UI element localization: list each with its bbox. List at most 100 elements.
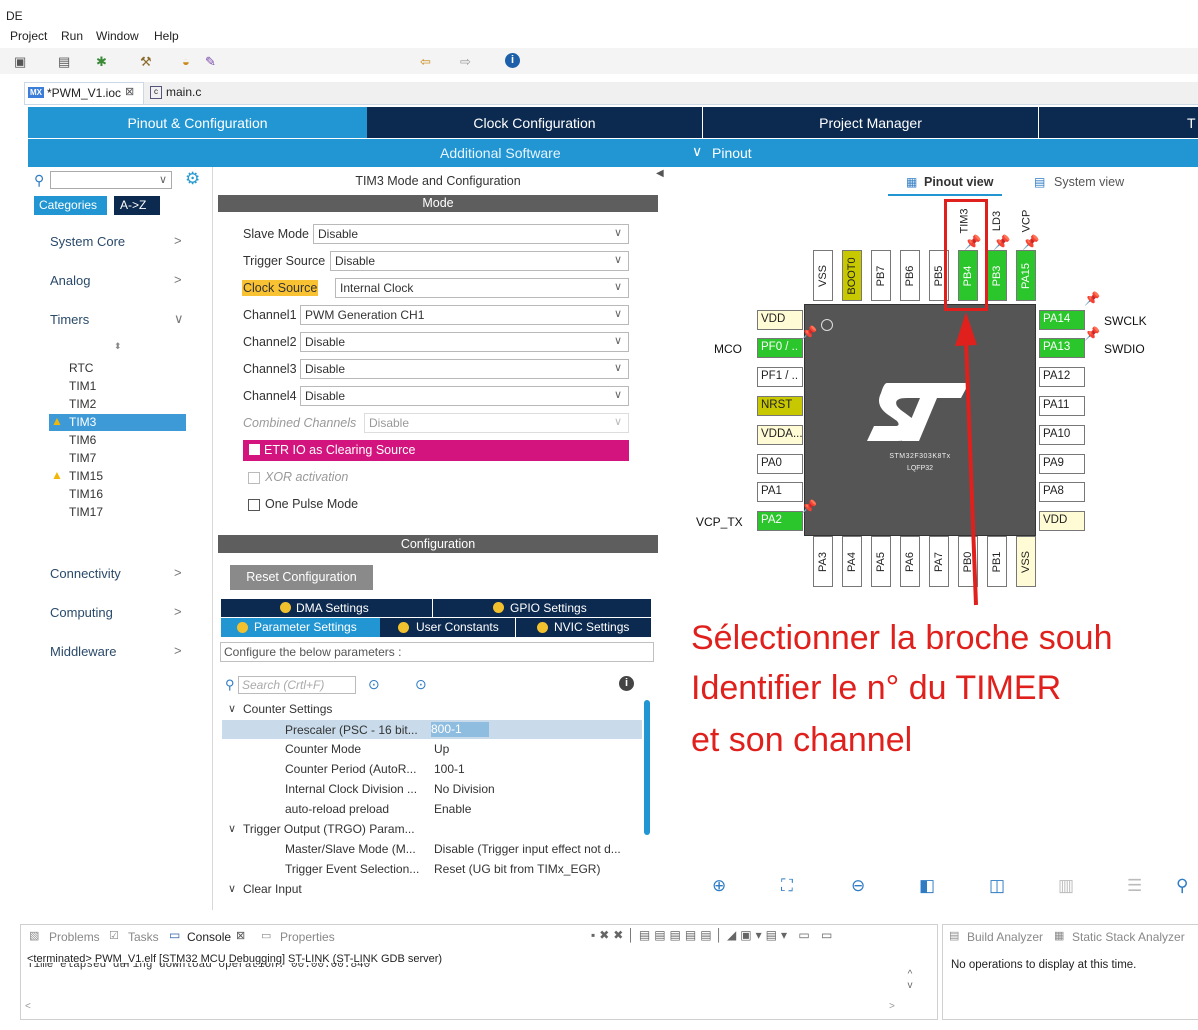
tree-value-counter-mode[interactable]: Up: [434, 742, 449, 756]
menu-help[interactable]: Help: [154, 29, 179, 43]
forward-icon[interactable]: ⇨: [460, 54, 474, 69]
pin-vss-bottom[interactable]: VSS: [1016, 536, 1036, 587]
tab-parameter-settings[interactable]: Parameter Settings: [221, 618, 380, 637]
pin-boot0[interactable]: BOOT0: [842, 250, 862, 301]
tree-row-prescaler[interactable]: Prescaler (PSC - 16 bit... 800-1: [222, 720, 642, 739]
tree-group-trgo[interactable]: Trigger Output (TRGO) Param...: [243, 822, 415, 836]
tree-value-clock-division[interactable]: No Division: [434, 782, 495, 796]
pin-pf0[interactable]: PF0 / ..: [757, 338, 803, 358]
pin-pa9[interactable]: PA9: [1039, 454, 1085, 474]
split-icon[interactable]: ▥: [1058, 876, 1074, 896]
list-icon[interactable]: ☰: [1127, 876, 1142, 896]
channel3-select[interactable]: Disable ∨: [300, 359, 629, 379]
tree-row-auto-reload[interactable]: auto-reload preload: [285, 802, 389, 816]
tab-nvic-settings[interactable]: NVIC Settings: [516, 618, 651, 637]
pin-pa11[interactable]: PA11: [1039, 396, 1085, 416]
channel1-select[interactable]: PWM Generation CH1 ∨: [300, 305, 629, 325]
pin-pb6[interactable]: PB6: [900, 250, 920, 301]
pin-vdda[interactable]: VDDA...: [757, 425, 803, 445]
zoom-out-icon[interactable]: ⊖: [851, 876, 865, 896]
pin-pa3[interactable]: PA3: [813, 536, 833, 587]
pin-vss-top[interactable]: VSS: [813, 250, 833, 301]
tree-row-counter-period[interactable]: Counter Period (AutoR...: [285, 762, 416, 776]
timer-tim3-selected[interactable]: ▲ TIM3: [49, 414, 186, 431]
clock-source-select[interactable]: Internal Clock ∨: [335, 278, 629, 298]
editor-tab-main[interactable]: c main.c: [146, 82, 206, 103]
pin-vdd-right[interactable]: VDD: [1039, 511, 1085, 531]
tab-user-constants[interactable]: User Constants: [381, 618, 516, 637]
info-icon[interactable]: i: [619, 676, 634, 691]
pin-pa14[interactable]: PA14: [1039, 310, 1085, 330]
pin-nrst[interactable]: NRST: [757, 396, 803, 416]
pin-pb3[interactable]: PB3: [987, 250, 1007, 301]
new-icon[interactable]: ▣: [14, 54, 28, 69]
sort-icon[interactable]: ⬍: [114, 341, 122, 352]
new-file-icon[interactable]: ▤: [58, 54, 72, 69]
slave-mode-select[interactable]: Disable ∨: [313, 224, 629, 244]
pin-pa8[interactable]: PA8: [1039, 482, 1085, 502]
tree-row-clock-division[interactable]: Internal Clock Division ...: [285, 782, 417, 796]
category-search-input[interactable]: ∨: [50, 171, 172, 189]
category-timers[interactable]: Timers: [50, 312, 89, 327]
open-icon[interactable]: ◒: [182, 54, 196, 69]
next-match-icon[interactable]: ⊙: [415, 676, 427, 693]
channel4-select[interactable]: Disable ∨: [300, 386, 629, 406]
prev-match-icon[interactable]: ⊙: [368, 676, 380, 693]
pin-pa10[interactable]: PA10: [1039, 425, 1085, 445]
pin-pa15[interactable]: PA15: [1016, 250, 1036, 301]
timer-tim16[interactable]: TIM16: [69, 487, 103, 501]
tree-row-trigger-event[interactable]: Trigger Event Selection...: [285, 862, 419, 876]
etr-clearing-row[interactable]: ETR IO as Clearing Source: [243, 440, 629, 461]
build-icon[interactable]: ⚒: [140, 54, 154, 69]
zoom-in-icon[interactable]: ⊕: [712, 876, 726, 896]
info-icon[interactable]: i: [505, 53, 520, 68]
parameter-search-input[interactable]: Search (Crtl+F): [238, 676, 356, 694]
console-scroll-vertical[interactable]: ^ v: [901, 969, 919, 1001]
tab-console[interactable]: Console: [187, 930, 231, 944]
timer-tim17[interactable]: TIM17: [69, 505, 103, 519]
chevron-down-icon[interactable]: ∨: [228, 822, 236, 835]
category-computing[interactable]: Computing: [50, 605, 113, 620]
etr-checkbox[interactable]: [249, 444, 260, 455]
category-system-core[interactable]: System Core: [50, 234, 125, 249]
tab-tasks[interactable]: Tasks: [128, 930, 159, 944]
menu-project[interactable]: Project: [10, 29, 47, 43]
export-icon[interactable]: ◧: [919, 876, 935, 896]
close-icon[interactable]: ⊠: [125, 85, 134, 98]
timer-tim15[interactable]: TIM15: [69, 469, 103, 483]
tab-a-z[interactable]: A->Z: [114, 196, 160, 215]
tree-value-trigger-event[interactable]: Reset (UG bit from TIMx_EGR): [434, 862, 600, 876]
pin-pf1[interactable]: PF1 / ..: [757, 367, 803, 387]
timer-rtc[interactable]: RTC: [69, 361, 93, 375]
close-icon[interactable]: ⊠: [236, 929, 245, 942]
editor-tab-ioc[interactable]: MX *PWM_V1.ioc ⊠: [24, 82, 144, 104]
tree-scrollbar[interactable]: [644, 700, 650, 835]
trigger-source-select[interactable]: Disable ∨: [330, 251, 629, 271]
tab-categories[interactable]: Categories: [34, 196, 107, 215]
tree-value-auto-reload[interactable]: Enable: [434, 802, 471, 816]
fit-icon[interactable]: ⛶: [781, 876, 793, 896]
pinout-menu[interactable]: Pinout: [712, 145, 752, 161]
pin-pb7[interactable]: PB7: [871, 250, 891, 301]
system-view-tab[interactable]: ▤ System view: [1034, 172, 1144, 194]
pin-pa1[interactable]: PA1: [757, 482, 803, 502]
collapse-arrow-icon[interactable]: ◀: [656, 168, 664, 179]
tree-group-clear-input[interactable]: Clear Input: [243, 882, 302, 896]
tab-static-stack-analyzer[interactable]: Static Stack Analyzer: [1072, 930, 1185, 944]
tree-value-counter-period[interactable]: 100-1: [434, 762, 465, 776]
pin-pa4[interactable]: PA4: [842, 536, 862, 587]
pin-pa13[interactable]: PA13: [1039, 338, 1085, 358]
channel2-select[interactable]: Disable ∨: [300, 332, 629, 352]
pin-pa0[interactable]: PA0: [757, 454, 803, 474]
additional-software-link[interactable]: Additional Software: [440, 145, 561, 161]
tree-value-master-slave[interactable]: Disable (Trigger input effect not d...: [434, 842, 621, 856]
tab-gpio-settings[interactable]: GPIO Settings: [433, 599, 651, 617]
pin-pa6[interactable]: PA6: [900, 536, 920, 587]
menu-run[interactable]: Run: [61, 29, 83, 43]
tab-tools[interactable]: T: [1039, 107, 1198, 138]
back-icon[interactable]: ⇦: [420, 54, 434, 69]
pin-pa5[interactable]: PA5: [871, 536, 891, 587]
category-middleware[interactable]: Middleware: [50, 644, 116, 659]
tab-clock-configuration[interactable]: Clock Configuration: [367, 107, 703, 138]
tab-dma-settings[interactable]: DMA Settings: [221, 599, 433, 617]
